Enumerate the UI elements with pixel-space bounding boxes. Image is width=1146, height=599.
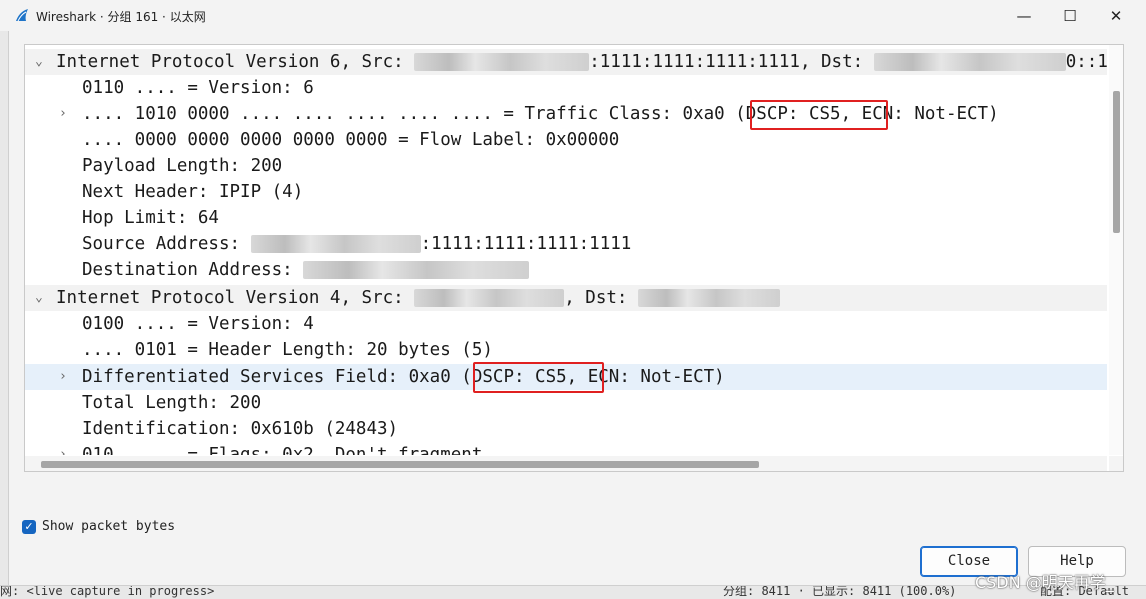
checkmark-icon: ✓ — [24, 520, 34, 533]
wireshark-fin-icon — [16, 9, 28, 22]
tree-row[interactable]: Payload Length: 200 — [25, 153, 1107, 179]
row-text: (DSCP: CS5, ECN: Not-ECT) — [461, 367, 725, 387]
row-text: :1111:1111:1111:1111 — [420, 234, 632, 254]
vertical-scroll-thumb[interactable] — [1113, 91, 1120, 233]
status-packet-count: 分组: 8411 · 已显示: 8411 (100.0%) — [723, 585, 957, 598]
packet-details-tree[interactable]: ⌄ Internet Protocol Version 6, Src: :111… — [24, 44, 1124, 472]
expand-chevron-icon[interactable]: ⌄ — [35, 49, 49, 75]
tree-row[interactable]: .... 0000 0000 0000 0000 0000 = Flow Lab… — [25, 127, 1107, 153]
tree-row-dsfield[interactable]: › Differentiated Services Field: 0xa0 (D… — [25, 362, 1107, 393]
row-text: Internet Protocol Version 4, Src: — [56, 288, 415, 308]
row-text: 0::1 — [1065, 52, 1107, 72]
show-packet-bytes-label[interactable]: Show packet bytes — [42, 519, 175, 534]
tree-row[interactable]: 0100 .... = Version: 4 — [25, 311, 1107, 337]
expand-chevron-icon[interactable]: › — [59, 364, 73, 390]
row-text: Next Header: IPIP (4) — [82, 182, 304, 202]
tree-row-source-address[interactable]: Source Address: :1111:1111:1111:1111 — [25, 231, 1107, 257]
row-text: 0100 .... = Version: 4 — [82, 314, 314, 334]
maximize-icon: ☐ — [1063, 7, 1077, 25]
tree-row[interactable]: Hop Limit: 64 — [25, 205, 1107, 231]
redacted-address — [250, 235, 421, 253]
watermark-text: CSDN @明天再学_ — [975, 573, 1114, 592]
vertical-scrollbar[interactable] — [1109, 45, 1123, 455]
row-text: .... 1010 0000 .... .... .... .... .... … — [82, 104, 736, 124]
tree-row[interactable]: .... 0101 = Header Length: 20 bytes (5) — [25, 337, 1107, 363]
window-title: Wireshark · 分组 161 · 以太网 — [36, 10, 206, 24]
horizontal-scrollbar[interactable] — [25, 456, 1107, 471]
tree-row[interactable]: Total Length: 200 — [25, 390, 1107, 416]
tree-row-destination-address[interactable]: Destination Address: — [25, 257, 1107, 283]
row-text: Payload Length: 200 — [82, 156, 283, 176]
row-text: .... 0000 0000 0000 0000 0000 = Flow Lab… — [82, 130, 620, 150]
row-text: 010. .... = Flags: 0x2, Don't fragment — [82, 445, 483, 455]
expand-chevron-icon[interactable]: › — [59, 101, 73, 127]
row-text: Destination Address: — [82, 260, 304, 280]
title-bar: Wireshark · 分组 161 · 以太网 — ☐ ✕ — [0, 0, 1146, 31]
expand-chevron-icon[interactable]: › — [59, 442, 73, 455]
minimize-icon: — — [1016, 7, 1032, 25]
tree-row[interactable]: Next Header: IPIP (4) — [25, 179, 1107, 205]
tree-row-traffic-class[interactable]: › .... 1010 0000 .... .... .... .... ...… — [25, 100, 1107, 130]
row-text: Hop Limit: 64 — [82, 208, 219, 228]
row-text: Total Length: 200 — [82, 393, 262, 413]
redacted-address — [638, 289, 780, 307]
tree-content: ⌄ Internet Protocol Version 6, Src: :111… — [25, 45, 1107, 455]
redacted-address — [414, 53, 590, 71]
row-text: (DSCP: CS5, ECN: Not-ECT) — [735, 104, 999, 124]
tree-row-ipv4-header[interactable]: ⌄ Internet Protocol Version 4, Src: , Ds… — [25, 285, 1107, 311]
maximize-button[interactable]: ☐ — [1050, 4, 1090, 28]
tree-row[interactable]: Identification: 0x610b (24843) — [25, 416, 1107, 442]
minimize-button[interactable]: — — [1004, 4, 1044, 28]
redacted-address — [414, 289, 565, 307]
scrollbar-corner — [1109, 456, 1123, 471]
status-capture-text: 网: <live capture in progress> — [0, 585, 215, 598]
row-text: 0110 .... = Version: 6 — [82, 78, 314, 98]
row-text: Internet Protocol Version 6, Src: — [56, 52, 415, 72]
redacted-address — [303, 261, 530, 279]
tree-row[interactable]: 0110 .... = Version: 6 — [25, 75, 1107, 101]
redacted-address — [873, 53, 1066, 71]
show-packet-bytes-checkbox[interactable]: ✓ — [22, 520, 36, 534]
horizontal-scroll-thumb[interactable] — [41, 461, 759, 468]
background-window-edge — [0, 0, 9, 598]
row-text: Identification: 0x610b (24843) — [82, 419, 399, 439]
expand-chevron-icon[interactable]: ⌄ — [35, 285, 49, 311]
row-text: .... 0101 = Header Length: 20 bytes (5) — [82, 340, 493, 360]
row-text: :1111:1111:1111:1111, Dst: — [589, 52, 874, 72]
row-text: Differentiated Services Field: 0xa0 — [82, 367, 462, 387]
close-icon: ✕ — [1109, 7, 1123, 25]
tree-row-flags[interactable]: › 010. .... = Flags: 0x2, Don't fragment — [25, 442, 1107, 455]
row-text: Source Address: — [82, 234, 251, 254]
window-close-button[interactable]: ✕ — [1096, 4, 1136, 28]
tree-row-ipv6-header[interactable]: ⌄ Internet Protocol Version 6, Src: :111… — [25, 49, 1107, 75]
row-text: , Dst: — [564, 288, 638, 308]
